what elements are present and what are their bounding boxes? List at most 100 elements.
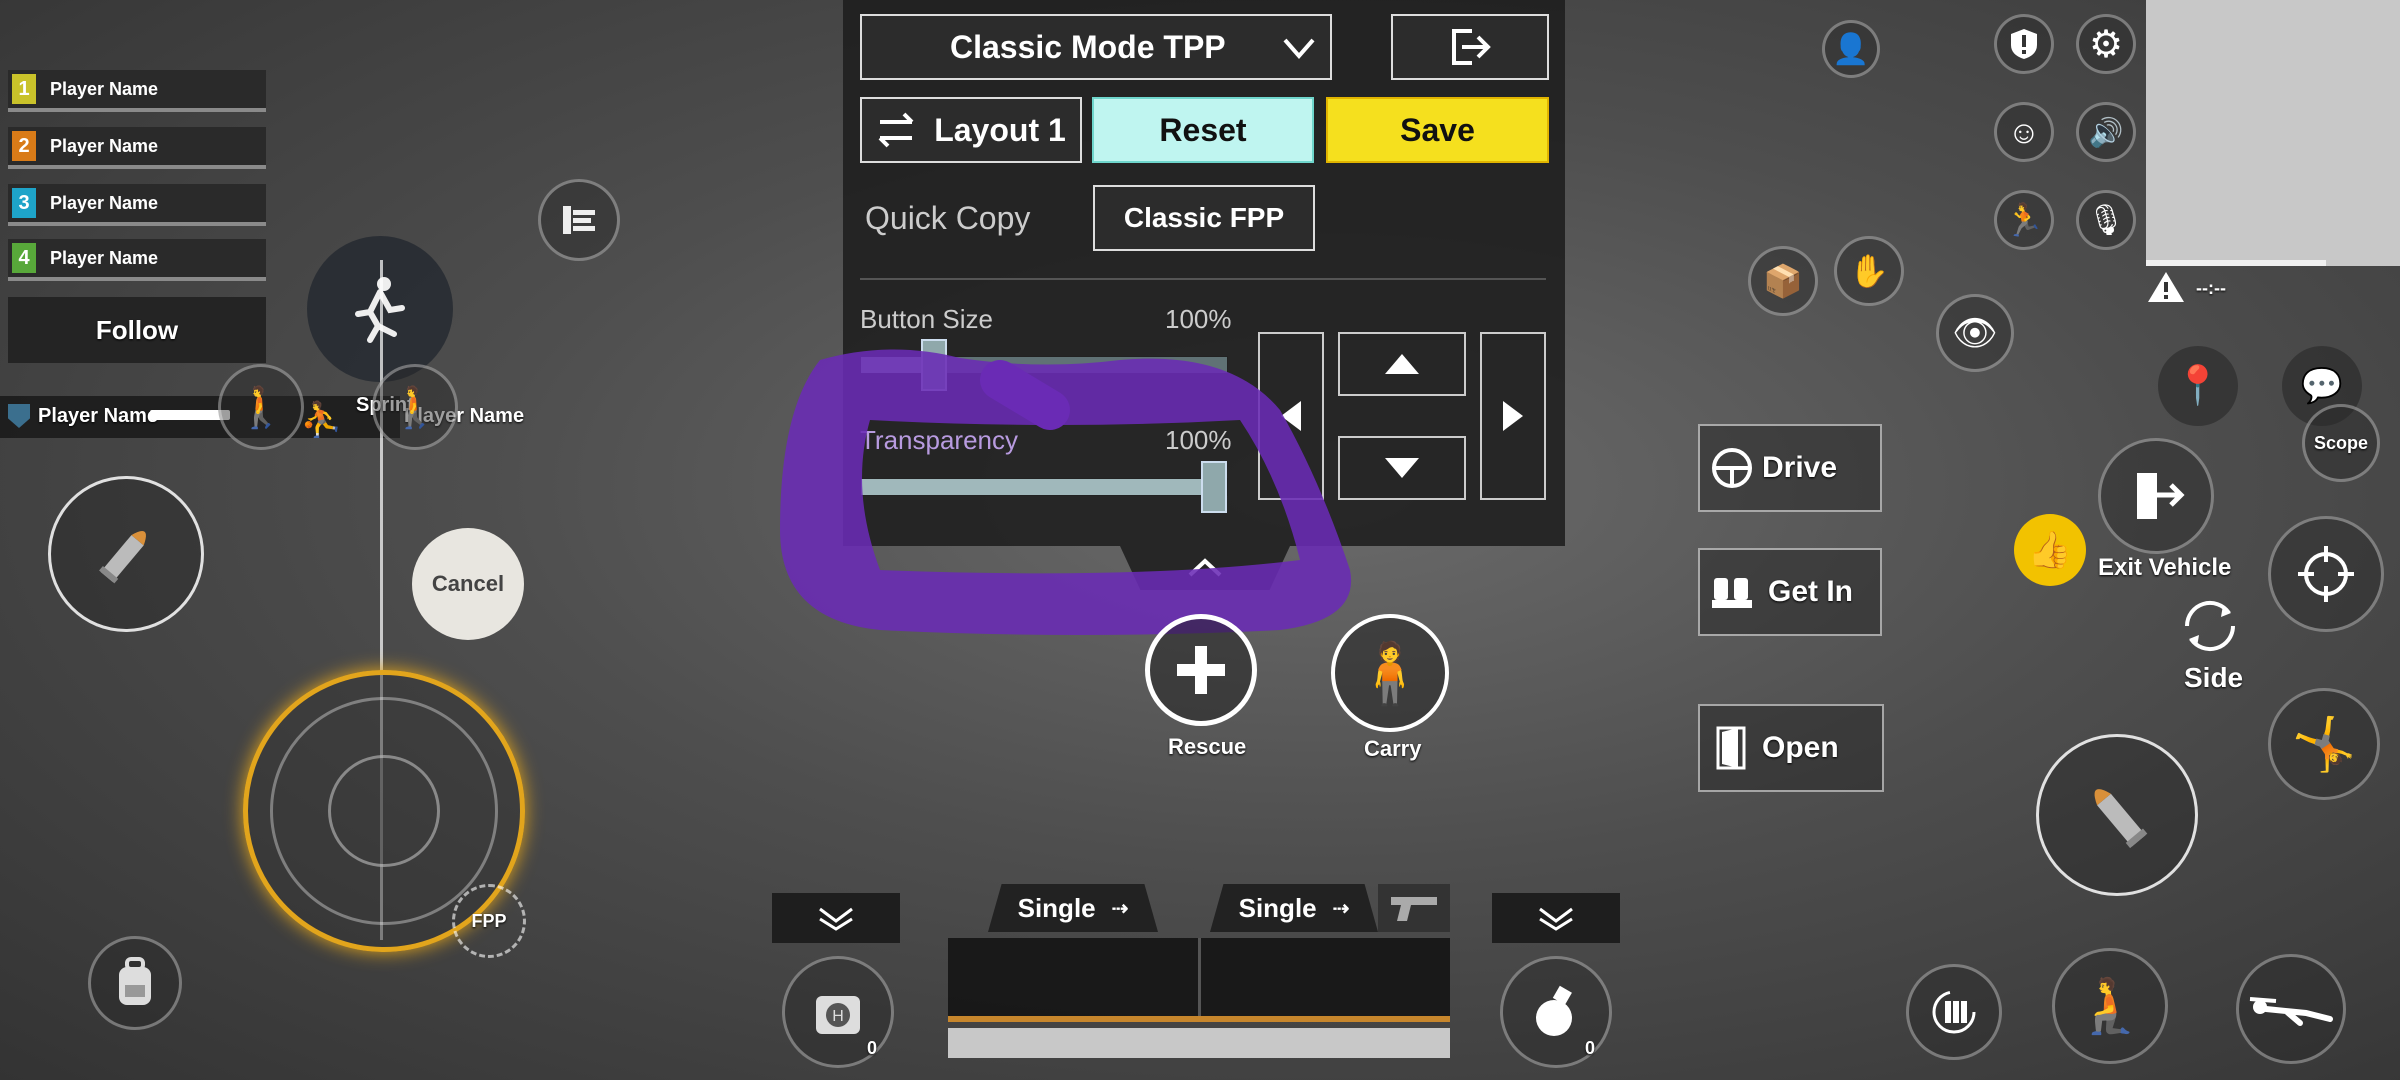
settings-button[interactable]: ⚙ <box>2076 14 2136 74</box>
team-number: 3 <box>12 188 36 218</box>
player-card-button[interactable]: 👤 <box>1822 20 1880 78</box>
weapon-slots[interactable] <box>948 938 1450 1022</box>
lean-right-icon: 🚶 <box>390 385 440 430</box>
crouch-icon: 🧎 <box>2076 975 2144 1036</box>
grenade-button[interactable]: 0 <box>1500 956 1612 1068</box>
arrow-right-icon <box>1503 401 1523 431</box>
aim-button[interactable] <box>2268 516 2384 632</box>
team-number: 1 <box>12 74 36 104</box>
door-icon <box>1716 726 1746 770</box>
pistol-slot[interactable] <box>1378 884 1450 932</box>
lean-left-button[interactable]: 🚶 <box>218 364 304 450</box>
rescue-button[interactable] <box>1145 614 1257 726</box>
backpack-icon <box>119 957 151 1005</box>
rescue-label: Rescue <box>1168 734 1247 759</box>
shield-alert-icon <box>2011 29 2037 59</box>
lean-right-button[interactable]: 🚶 <box>372 364 458 450</box>
scope-button[interactable]: Scope <box>2302 404 2380 482</box>
side-label: Side <box>2184 662 2244 693</box>
slot-divider <box>1198 938 1201 1022</box>
inventory-bag-button[interactable] <box>538 179 620 261</box>
open-label: Open <box>1762 731 1839 764</box>
peek-eye-button[interactable]: 👁 <box>1936 294 2014 372</box>
team-member-name: Player Name <box>50 247 159 268</box>
menu-stack-icon <box>563 206 595 234</box>
bullet-icon <box>2094 789 2148 849</box>
exit-layout-button[interactable] <box>1391 14 1549 80</box>
scope-label: Scope <box>2313 432 2369 453</box>
team-member-2[interactable]: 2 Player Name <box>8 127 266 169</box>
follow-button[interactable]: Follow <box>8 297 266 363</box>
backpack-button[interactable] <box>88 936 182 1030</box>
microphone-button[interactable]: 🎙 <box>2076 190 2136 250</box>
right-expand-button[interactable] <box>1492 893 1620 943</box>
weapon-slot-2-tab[interactable]: Single ⇢ <box>1210 884 1378 932</box>
left-expand-button[interactable] <box>772 893 900 943</box>
auto-run-button[interactable]: 🏃 <box>1994 190 2054 250</box>
map-marker-button[interactable]: 📍 <box>2158 346 2238 426</box>
divider <box>860 278 1546 280</box>
team-member-4[interactable]: 4 Player Name <box>8 239 266 281</box>
like-button[interactable]: 👍 <box>2014 514 2086 586</box>
team-number: 2 <box>12 131 36 161</box>
jump-button[interactable]: 🤸 <box>2268 688 2380 800</box>
mode-select-value: Classic Mode TPP <box>950 28 1226 65</box>
open-door-button[interactable]: Open <box>1698 704 1884 792</box>
weapon-bar-base <box>948 1028 1450 1058</box>
move-right-button[interactable] <box>1480 332 1546 500</box>
minimap-progress <box>2146 260 2326 266</box>
crouch-button[interactable]: 🧎 <box>2052 948 2168 1064</box>
single-fire-icon: ⇢ <box>1111 897 1129 920</box>
seat-icon <box>1712 578 1752 608</box>
thumbs-up-icon: 👍 <box>2027 529 2073 570</box>
crosshair-icon <box>2298 546 2354 602</box>
heal-item-button[interactable]: H 0 <box>782 956 894 1068</box>
loot-box-button[interactable]: 📦 <box>1748 246 1818 316</box>
emote-button[interactable]: ☺ <box>1994 102 2054 162</box>
pickup-hand-button[interactable]: ✋ <box>1834 236 1904 306</box>
drive-button[interactable]: Drive <box>1698 424 1882 512</box>
quick-copy-button[interactable]: Classic FPP <box>1093 185 1315 251</box>
cancel-button[interactable]: Cancel <box>412 528 524 640</box>
prone-button[interactable] <box>2236 954 2346 1064</box>
layout-switch-button[interactable]: Layout 1 <box>860 97 1082 163</box>
team-member-name: Player Name <box>50 78 159 99</box>
medkit-icon: H <box>816 996 860 1034</box>
steering-wheel-icon <box>1712 448 1752 488</box>
heal-count: 0 <box>866 1038 877 1058</box>
team-member-3[interactable]: 3 Player Name <box>8 184 266 226</box>
single-fire-icon: ⇢ <box>1332 897 1350 920</box>
eye-icon: 👁 <box>1952 312 1998 353</box>
joystick-knob[interactable] <box>328 755 440 867</box>
lean-left-icon: 🚶 <box>236 385 286 430</box>
running-icon: 🏃 <box>2004 202 2044 238</box>
carry-button[interactable]: 🧍 <box>1331 614 1449 732</box>
fire-button-left[interactable] <box>48 476 204 632</box>
fire-button-right[interactable] <box>2036 734 2198 896</box>
exit-icon <box>1452 29 1491 65</box>
exit-vehicle-button[interactable] <box>2098 438 2214 554</box>
reload-button[interactable] <box>1906 964 2002 1060</box>
shield-icon <box>8 404 30 428</box>
quick-copy-label: Quick Copy <box>865 200 1031 236</box>
fire-mode-label: Single <box>1017 892 1096 923</box>
minimap[interactable] <box>2146 0 2400 266</box>
carry-person-icon: 🧍 <box>1352 639 1428 707</box>
weapon-slot-1-tab[interactable]: Single ⇢ <box>988 884 1158 932</box>
save-button[interactable]: Save <box>1326 97 1549 163</box>
side-swap-button[interactable] <box>2174 590 2246 662</box>
get-in-label: Get In <box>1768 575 1854 608</box>
exit-vehicle-label: Exit Vehicle <box>2098 554 2232 581</box>
speaker-button[interactable]: 🔊 <box>2076 102 2136 162</box>
fpp-label: FPP <box>471 910 507 931</box>
get-in-button[interactable]: Get In <box>1698 548 1882 636</box>
exit-door-icon <box>2137 473 2185 519</box>
fpp-toggle-button[interactable]: FPP <box>452 884 526 958</box>
crawl-icon: ⛹ <box>300 401 343 439</box>
rotate-arrows-icon <box>2184 600 2236 652</box>
reset-button[interactable]: Reset <box>1092 97 1314 163</box>
mode-select-dropdown[interactable]: Classic Mode TPP <box>860 14 1332 80</box>
team-member-1[interactable]: 1 Player Name <box>8 70 266 112</box>
report-button[interactable] <box>1994 14 2054 74</box>
location-pin-icon: 📍 <box>2174 365 2222 407</box>
